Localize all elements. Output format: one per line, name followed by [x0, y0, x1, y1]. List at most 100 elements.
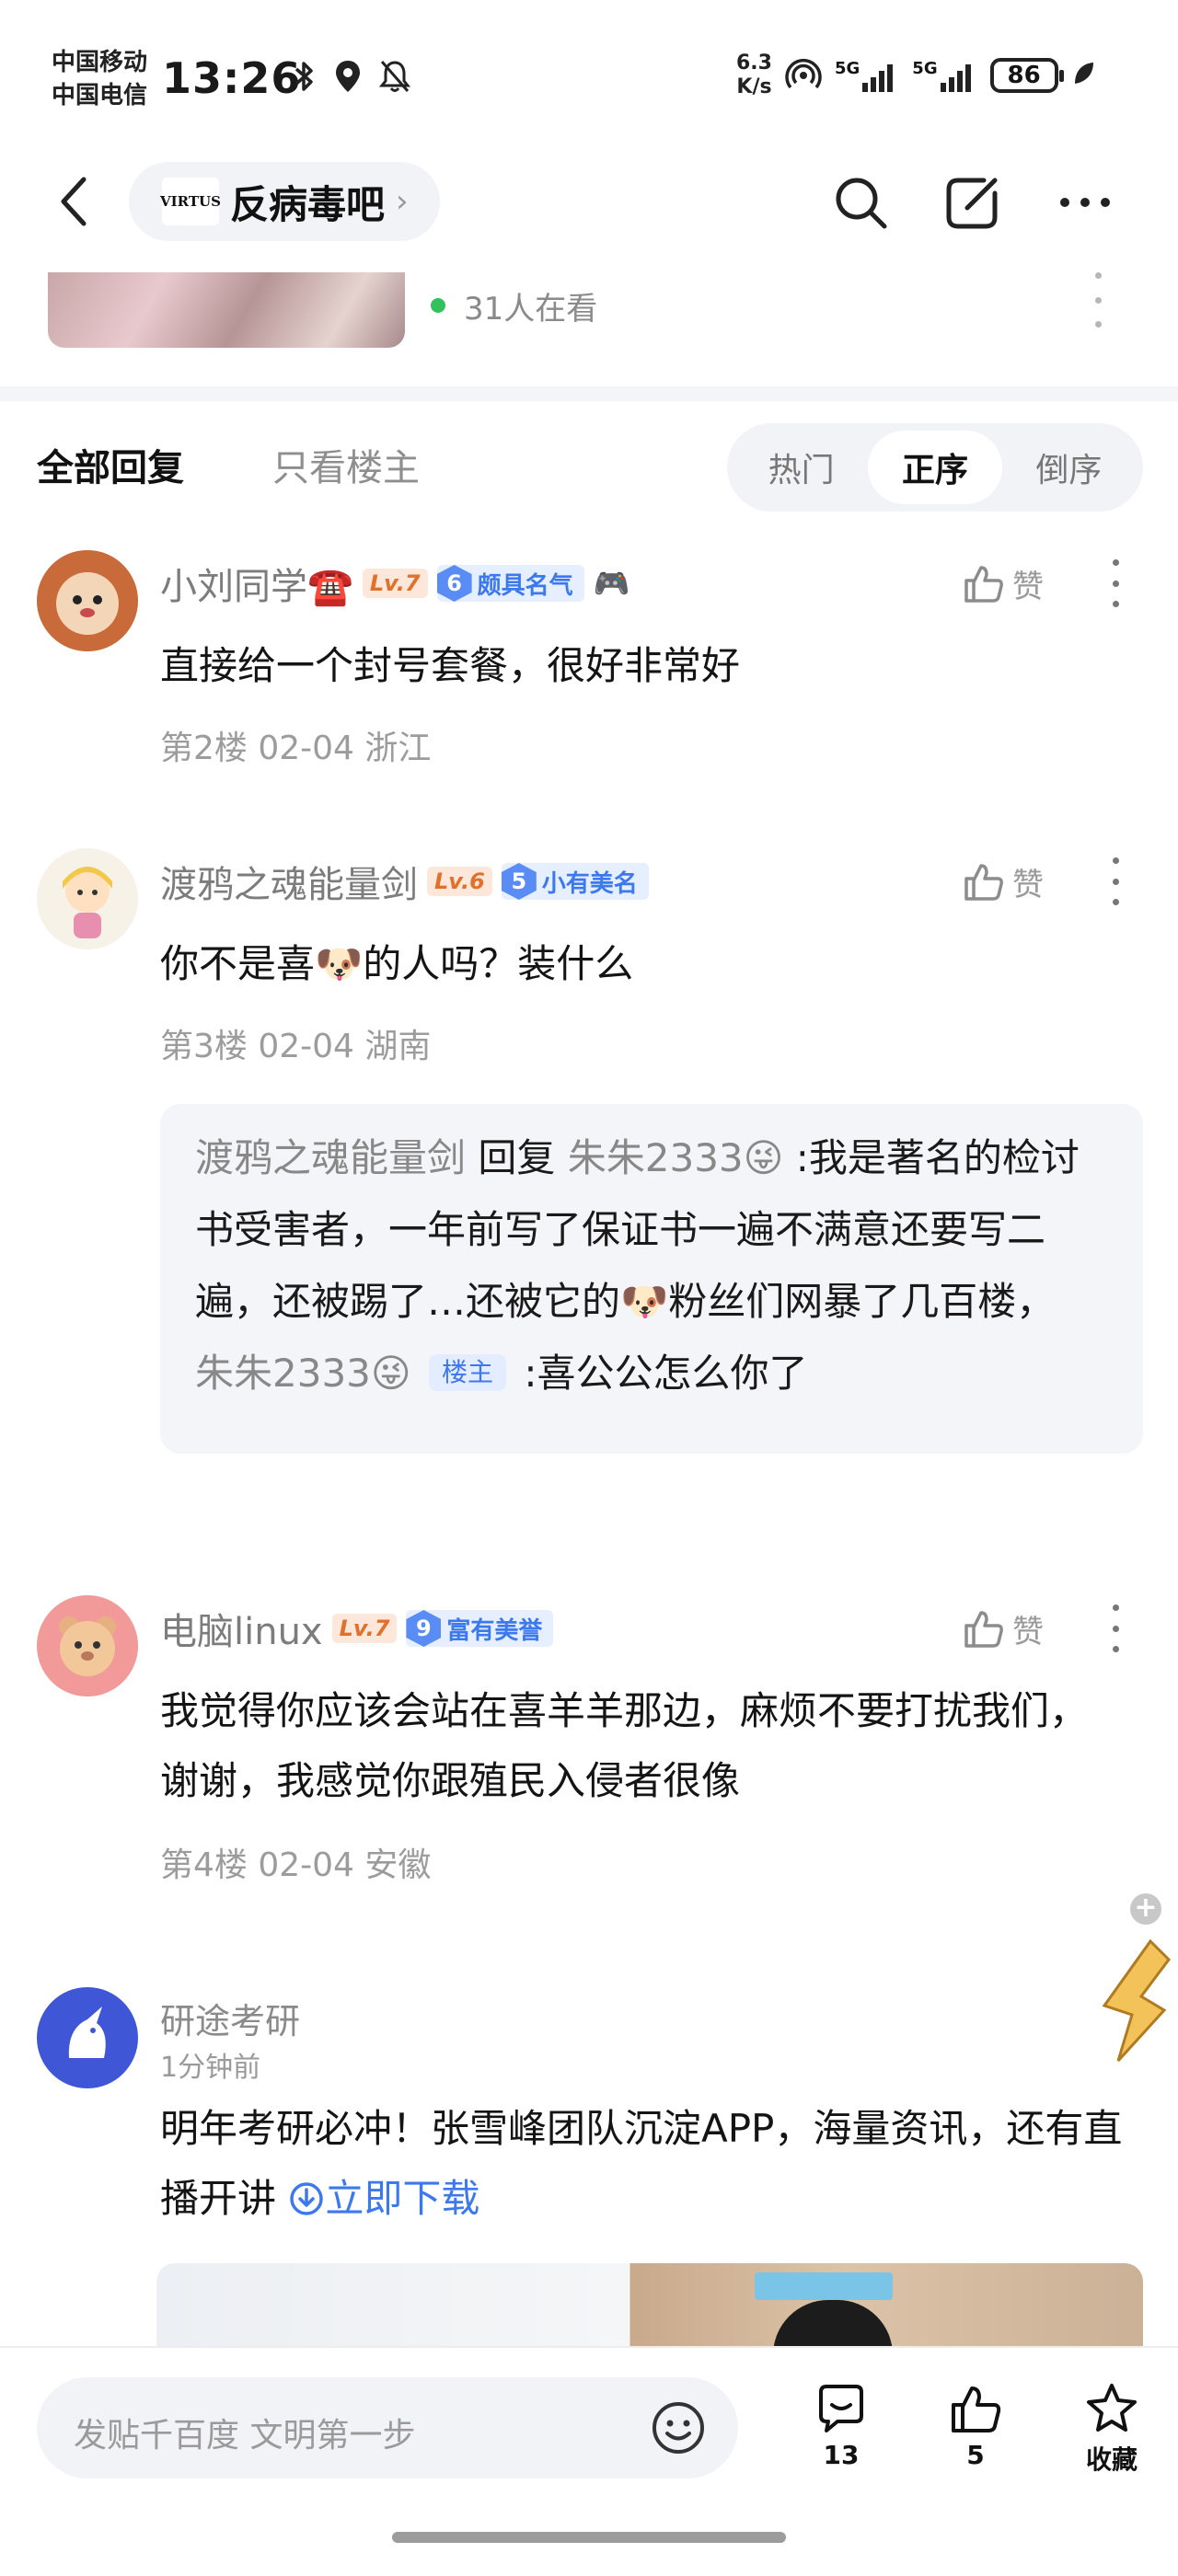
thumbs-up-icon: [964, 864, 1003, 901]
tab-all-replies[interactable]: 全部回复: [37, 438, 184, 491]
sort-hot[interactable]: 热门: [734, 431, 868, 504]
avatar[interactable]: [37, 550, 138, 651]
chevron-right-icon: ›: [396, 183, 409, 220]
reply-content: 你不是喜🐶的人吗？装什么: [160, 941, 634, 986]
network-speed: 6.3 K/s: [736, 52, 772, 98]
battery-indicator: 86: [989, 58, 1064, 93]
search-icon: [836, 178, 887, 229]
signal-1-icon: 5G: [835, 59, 899, 92]
unicorn-logo-icon: [68, 2007, 106, 2058]
search-button[interactable]: [828, 173, 893, 232]
chevron-left-icon: [61, 177, 87, 226]
like-button[interactable]: 赞: [963, 1603, 1044, 1654]
sub-reply-author[interactable]: 渡鸦之魂能量剑: [195, 1135, 466, 1180]
star-icon: [1087, 2384, 1137, 2432]
status-icons-right: 6.3 K/s 5G 5G 86: [736, 52, 1095, 99]
reply-floor-4: 电脑linux Lv.7 9 富有美誉 赞 我觉得你应该会站在喜羊羊那边，麻烦不要…: [0, 1595, 1178, 1908]
favorite-label: 收藏: [1085, 2444, 1138, 2475]
tab-owner-only[interactable]: 只看楼主: [272, 438, 420, 491]
ad-time: 1分钟前: [160, 2052, 261, 2084]
more-options-button[interactable]: [1053, 173, 1117, 232]
likes-count: 5: [966, 2440, 985, 2470]
reply-more-button[interactable]: [1104, 857, 1126, 905]
edit-icon: [946, 178, 998, 229]
sub-reply-text: :喜公公怎么你了: [524, 1351, 808, 1396]
smiley-icon: [653, 2402, 704, 2454]
comments-count: 13: [823, 2440, 860, 2470]
download-icon: [290, 2182, 324, 2215]
bottom-action-bar: 发贴千百度 文明第一步 13 5 收藏: [0, 2346, 1178, 2576]
forum-logo: VIRTUS: [160, 178, 221, 225]
sort-desc[interactable]: 倒序: [1002, 431, 1136, 504]
reply-filter-bar: 全部回复 只看楼主 热门 正序 倒序: [0, 410, 1178, 521]
reply-input-placeholder: 发贴千百度 文明第一步: [74, 2417, 416, 2455]
sub-replies-box[interactable]: 渡鸦之魂能量剑 回复 朱朱2333😜 :我是著名的检讨书受害者，一年前写了保证书…: [160, 1104, 1143, 1454]
floating-event-sticker[interactable]: [1086, 1923, 1178, 2070]
signal-2-icon: 5G: [912, 59, 976, 92]
username[interactable]: 渡鸦之魂能量剑: [160, 855, 418, 908]
carrier-info: 中国移动 中国电信: [52, 46, 147, 112]
status-bar: 中国移动 中国电信 13:26 6.3 K/s 5G 5G 86: [0, 0, 1178, 138]
compose-post-button[interactable]: [941, 173, 1005, 232]
ad-name[interactable]: 研途考研: [160, 1993, 300, 2043]
add-icon[interactable]: +: [1130, 1893, 1161, 1925]
live-status-dot: [431, 298, 445, 313]
reply-floor-2: 小刘同学☎️ Lv.7 6 颇具名气 🎮 赞 直接给一个封号套餐，很好非常好 第2…: [0, 550, 1178, 780]
username[interactable]: 电脑linux: [160, 1602, 323, 1655]
reply-content: 直接给一个封号套餐，很好非常好: [160, 643, 741, 688]
comments-button[interactable]: 13: [795, 2381, 887, 2482]
status-time: 13:26: [162, 53, 302, 103]
mute-icon: [378, 59, 411, 98]
live-watching-count: 31人在看: [464, 291, 598, 328]
carrier-2: 中国电信: [52, 82, 148, 109]
favorite-button[interactable]: 收藏: [1066, 2381, 1158, 2482]
avatar[interactable]: [37, 848, 138, 949]
reply-meta: 第3楼 02-04 湖南: [160, 1028, 432, 1065]
like-button[interactable]: 赞: [963, 856, 1044, 907]
ad-text: 明年考研必冲！张雪峰团队沉淀APP，海量资讯，还有直播开讲 立即下载: [160, 2106, 1123, 2221]
reply-more-button[interactable]: [1104, 1604, 1126, 1652]
reply-input[interactable]: 发贴千百度 文明第一步: [37, 2377, 738, 2478]
more-horizontal-icon: [1060, 198, 1110, 207]
live-thumbnail[interactable]: [48, 272, 405, 348]
home-indicator[interactable]: [392, 2532, 786, 2543]
thumbs-up-icon: [952, 2386, 1001, 2432]
user-info: 小刘同学☎️ Lv.7 6 颇具名气 🎮: [160, 558, 629, 609]
bluetooth-icon: [293, 60, 317, 97]
thumbs-up-icon: [964, 1611, 1003, 1648]
ad-avatar[interactable]: [37, 1987, 138, 2088]
user-info: 渡鸦之魂能量剑 Lv.6 5 小有美名: [160, 856, 649, 907]
game-badge: 🎮: [593, 566, 630, 601]
owner-badge: 楼主: [429, 1354, 507, 1391]
like-button[interactable]: 赞: [963, 558, 1044, 609]
leaf-icon: [1071, 60, 1095, 91]
back-button[interactable]: [46, 171, 101, 232]
top-nav: VIRTUS 反病毒吧 ›: [0, 147, 1178, 258]
reply-meta: 第4楼 02-04 安徽: [160, 1846, 432, 1884]
sort-asc[interactable]: 正序: [868, 431, 1002, 504]
reply-content: 我觉得你应该会站在喜羊羊那边，麻烦不要打扰我们，谢谢，我感觉你跟殖民入侵者很像: [160, 1688, 1089, 1803]
level-badge: Lv.7: [331, 1614, 398, 1643]
emoji-button[interactable]: [650, 2399, 707, 2456]
sort-selector: 热门 正序 倒序: [727, 423, 1143, 512]
post-like-button[interactable]: 5: [930, 2381, 1022, 2482]
sub-reply-2[interactable]: 朱朱2333😜 楼主 :喜公公怎么你了: [195, 1338, 1108, 1409]
forum-entry[interactable]: VIRTUS 反病毒吧 ›: [129, 162, 440, 241]
username[interactable]: 小刘同学☎️: [160, 557, 353, 610]
carrier-1: 中国移动: [52, 49, 148, 76]
sub-reply-1[interactable]: 渡鸦之魂能量剑 回复 朱朱2333😜 :我是著名的检讨书受害者，一年前写了保证书…: [195, 1122, 1108, 1338]
comment-icon: [819, 2385, 863, 2432]
avatar[interactable]: [37, 1595, 138, 1696]
location-icon: [333, 59, 363, 98]
section-divider: [0, 386, 1178, 401]
reply-meta: 第2楼 02-04 浙江: [160, 730, 432, 767]
ad-download-link[interactable]: 立即下载: [288, 2176, 479, 2221]
sub-reply-author[interactable]: 朱朱2333😜: [195, 1351, 411, 1396]
reply-more-button[interactable]: [1104, 559, 1126, 607]
reply-word: 回复: [478, 1135, 556, 1180]
sub-reply-target[interactable]: 朱朱2333😜: [568, 1135, 784, 1180]
live-stream-strip[interactable]: 31人在看: [0, 259, 1178, 379]
live-more-button[interactable]: [1086, 272, 1110, 328]
honor-badge: 6 颇具名气: [436, 565, 584, 602]
thumbs-up-icon: [964, 566, 1003, 603]
